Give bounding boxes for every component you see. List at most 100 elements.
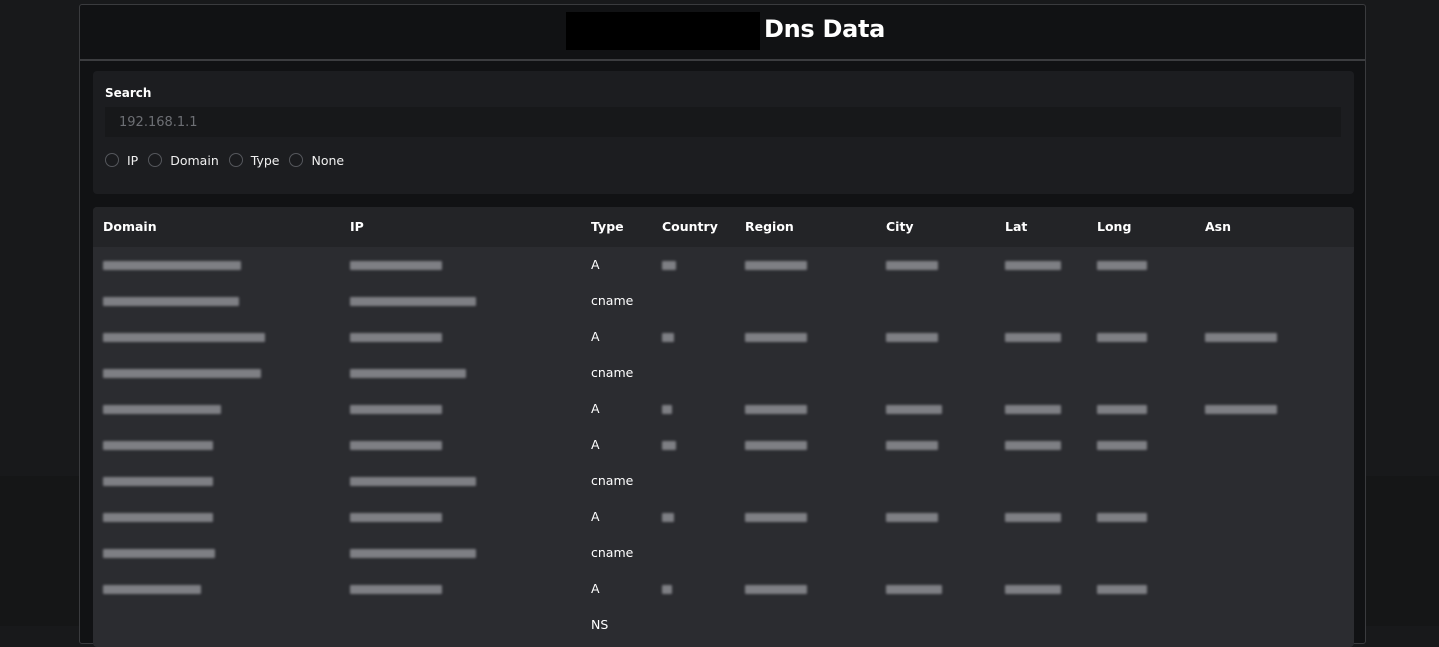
redacted-value bbox=[350, 477, 476, 486]
cell-lat bbox=[1005, 499, 1061, 535]
redacted-value bbox=[1097, 585, 1147, 594]
dns-records-table: Domain IP Type Country Region City Lat L… bbox=[93, 207, 1354, 647]
cell-lat bbox=[1005, 571, 1061, 607]
redacted-value bbox=[1005, 261, 1061, 270]
redacted-value bbox=[103, 549, 215, 558]
cell-country bbox=[662, 427, 676, 463]
table-row[interactable]: NS bbox=[93, 607, 1354, 643]
radio-circle-icon[interactable] bbox=[228, 153, 243, 167]
filter-none-radio[interactable]: None bbox=[289, 153, 344, 168]
search-filter-group: IP Domain Type None bbox=[105, 151, 354, 169]
table-body: Acname Acname A Acname Acname A NS bbox=[93, 247, 1354, 643]
cell-type: cname bbox=[591, 545, 634, 560]
redacted-value bbox=[103, 441, 213, 450]
cell-ip bbox=[350, 499, 442, 535]
table-row[interactable]: A bbox=[93, 319, 1354, 355]
redacted-value bbox=[1005, 585, 1061, 594]
cell-asn bbox=[1205, 391, 1277, 427]
cell-region bbox=[745, 427, 807, 463]
cell-country bbox=[662, 247, 676, 283]
filter-ip-radio[interactable]: IP bbox=[105, 153, 138, 168]
cell-domain bbox=[103, 571, 201, 607]
redacted-value bbox=[1205, 333, 1277, 342]
column-header-domain[interactable]: Domain bbox=[103, 219, 157, 234]
redacted-value bbox=[886, 441, 938, 450]
redacted-value bbox=[745, 333, 807, 342]
redacted-value bbox=[662, 441, 676, 450]
column-header-lat[interactable]: Lat bbox=[1005, 219, 1027, 234]
redacted-value bbox=[350, 297, 476, 306]
table-row[interactable]: cname bbox=[93, 355, 1354, 391]
cell-type: cname bbox=[591, 365, 634, 380]
column-header-long[interactable]: Long bbox=[1097, 219, 1131, 234]
radio-circle-icon[interactable] bbox=[105, 153, 119, 167]
cell-city bbox=[886, 247, 938, 283]
redacted-value bbox=[103, 477, 213, 486]
redacted-value bbox=[745, 405, 807, 414]
search-input[interactable] bbox=[105, 107, 1341, 137]
column-header-asn[interactable]: Asn bbox=[1205, 219, 1231, 234]
table-row[interactable]: cname bbox=[93, 463, 1354, 499]
cell-region bbox=[745, 319, 807, 355]
cell-city bbox=[886, 499, 938, 535]
cell-country bbox=[662, 499, 674, 535]
redacted-value bbox=[103, 297, 239, 306]
cell-ip bbox=[350, 247, 442, 283]
redacted-value bbox=[350, 585, 442, 594]
radio-circle-icon[interactable] bbox=[148, 153, 163, 167]
column-header-ip[interactable]: IP bbox=[350, 219, 364, 234]
cell-domain bbox=[103, 427, 213, 463]
cell-lat bbox=[1005, 427, 1061, 463]
column-header-type[interactable]: Type bbox=[591, 219, 624, 234]
table-row[interactable]: cname bbox=[93, 535, 1354, 571]
redacted-value bbox=[103, 369, 261, 378]
redacted-value bbox=[350, 513, 442, 522]
filter-ip-label: IP bbox=[127, 152, 139, 168]
cell-city bbox=[886, 319, 938, 355]
cell-region bbox=[745, 247, 807, 283]
cell-domain bbox=[103, 499, 213, 535]
filter-type-radio[interactable]: Type bbox=[228, 152, 280, 168]
cell-long bbox=[1097, 319, 1147, 355]
cell-long bbox=[1097, 571, 1147, 607]
column-header-country[interactable]: Country bbox=[662, 219, 718, 234]
redacted-value bbox=[350, 333, 442, 342]
redacted-value bbox=[350, 549, 476, 558]
cell-type: NS bbox=[591, 617, 609, 632]
redacted-value bbox=[350, 441, 442, 450]
cell-region bbox=[745, 499, 807, 535]
column-header-city[interactable]: City bbox=[886, 219, 914, 234]
cell-country bbox=[662, 391, 672, 427]
table-row[interactable]: cname bbox=[93, 283, 1354, 319]
filter-type-label: Type bbox=[250, 152, 280, 168]
redacted-value bbox=[1097, 261, 1147, 270]
redacted-value bbox=[1005, 441, 1061, 450]
redacted-value bbox=[745, 585, 807, 594]
cell-ip bbox=[350, 391, 442, 427]
redacted-value bbox=[103, 585, 201, 594]
radio-circle-icon[interactable] bbox=[289, 153, 304, 167]
table-row[interactable]: A bbox=[93, 391, 1354, 427]
redacted-value bbox=[103, 261, 241, 270]
table-row[interactable]: A bbox=[93, 571, 1354, 607]
cell-long bbox=[1097, 247, 1147, 283]
table-row[interactable]: A bbox=[93, 247, 1354, 283]
redacted-value bbox=[886, 261, 938, 270]
table-row[interactable]: A bbox=[93, 499, 1354, 535]
table-row[interactable]: A bbox=[93, 427, 1354, 463]
redacted-value bbox=[662, 261, 676, 270]
redacted-value bbox=[745, 441, 807, 450]
redacted-value bbox=[662, 405, 672, 414]
filter-domain-radio[interactable]: Domain bbox=[148, 153, 219, 168]
redacted-value bbox=[662, 333, 674, 342]
redacted-value bbox=[1097, 441, 1147, 450]
redacted-value bbox=[886, 405, 942, 414]
column-header-region[interactable]: Region bbox=[745, 219, 794, 234]
cell-type: A bbox=[591, 329, 600, 344]
cell-type: cname bbox=[591, 293, 634, 308]
cell-ip bbox=[350, 355, 466, 391]
cell-domain bbox=[103, 247, 241, 283]
redacted-value bbox=[350, 369, 466, 378]
redacted-value bbox=[350, 405, 442, 414]
redacted-value bbox=[662, 513, 674, 522]
